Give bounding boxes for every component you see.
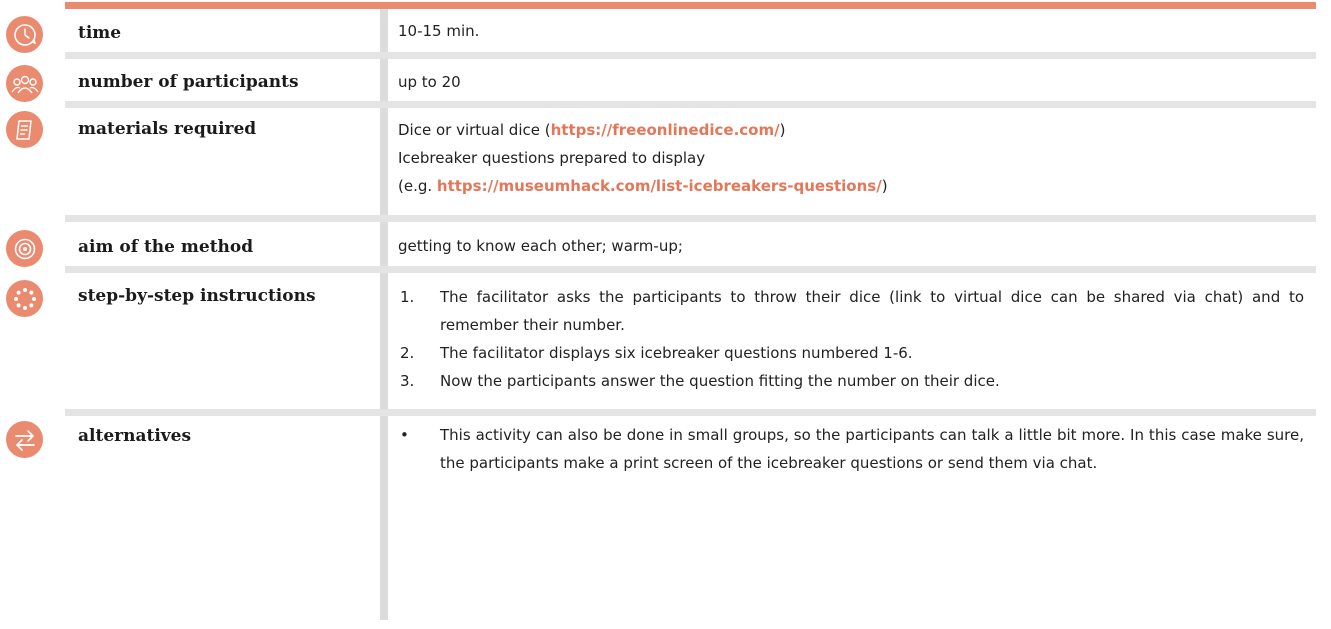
- label-materials: materials required: [78, 119, 257, 139]
- participants-icon: [6, 65, 43, 102]
- table-top-border: [65, 2, 1316, 9]
- row-steps: step-by-step instructions 1. The facilita…: [0, 273, 1316, 416]
- target-icon: [6, 230, 43, 267]
- step-text: The facilitator displays six icebreaker …: [440, 344, 913, 362]
- materials-text: ): [779, 121, 786, 139]
- value-aim: getting to know each other; warm-up;: [398, 237, 683, 255]
- clock-icon: [6, 16, 43, 53]
- value-participants: up to 20: [398, 73, 461, 91]
- label-participants: number of participants: [78, 72, 299, 92]
- row-divider: [65, 266, 1316, 273]
- row-aim: aim of the method getting to know each o…: [0, 222, 1316, 273]
- row-divider: [65, 409, 1316, 416]
- step-number: 1.: [400, 288, 415, 306]
- materials-line-questions: Icebreaker questions prepared to display: [398, 149, 706, 167]
- steps-list: 1. The facilitator asks the participants …: [398, 283, 1304, 395]
- materials-text: Dice or virtual dice (: [398, 121, 551, 139]
- alternative-text: This activity can also be done in small …: [440, 426, 1304, 472]
- label-time: time: [78, 23, 122, 43]
- arrows-icon: [6, 421, 43, 458]
- materials-text: (e.g.: [398, 177, 437, 195]
- document-icon: [6, 111, 43, 148]
- list-item: 2. The facilitator displays six icebreake…: [398, 339, 1304, 367]
- dice-link[interactable]: https://freeonlinedice.com/: [551, 121, 780, 139]
- steps-icon: [6, 280, 43, 317]
- value-time: 10-15 min.: [398, 22, 480, 40]
- row-alternatives: alternatives • This activity can also be …: [0, 416, 1316, 606]
- label-alternatives: alternatives: [78, 426, 192, 446]
- row-divider: [65, 52, 1316, 59]
- value-alternatives: • This activity can also be done in small…: [398, 421, 1304, 477]
- materials-text: ): [881, 177, 888, 195]
- label-steps: step-by-step instructions: [78, 286, 316, 306]
- label-aim: aim of the method: [78, 237, 254, 257]
- step-text: The facilitator asks the participants to…: [440, 288, 1304, 334]
- value-steps: 1. The facilitator asks the participants …: [398, 283, 1304, 395]
- step-number: 2.: [400, 344, 415, 362]
- row-divider: [65, 215, 1316, 222]
- list-item: 3. Now the participants answer the questi…: [398, 367, 1304, 395]
- materials-line-dice: Dice or virtual dice (https://freeonline…: [398, 116, 1304, 144]
- list-item: • This activity can also be done in small…: [398, 421, 1304, 477]
- materials-line-example: (e.g. https://museumhack.com/list-icebre…: [398, 172, 1304, 200]
- row-divider: [65, 101, 1316, 108]
- icebreakers-link[interactable]: https://museumhack.com/list-icebreakers-…: [437, 177, 882, 195]
- alternatives-list: • This activity can also be done in small…: [398, 421, 1304, 477]
- row-materials: materials required Dice or virtual dice …: [0, 108, 1316, 222]
- row-participants: number of participants up to 20: [0, 59, 1316, 108]
- bullet-mark: •: [400, 426, 409, 444]
- step-number: 3.: [400, 372, 415, 390]
- list-item: 1. The facilitator asks the participants …: [398, 283, 1304, 339]
- value-materials: Dice or virtual dice (https://freeonline…: [398, 116, 1304, 200]
- row-time: time 10-15 min.: [0, 9, 1316, 59]
- step-text: Now the participants answer the question…: [440, 372, 1000, 390]
